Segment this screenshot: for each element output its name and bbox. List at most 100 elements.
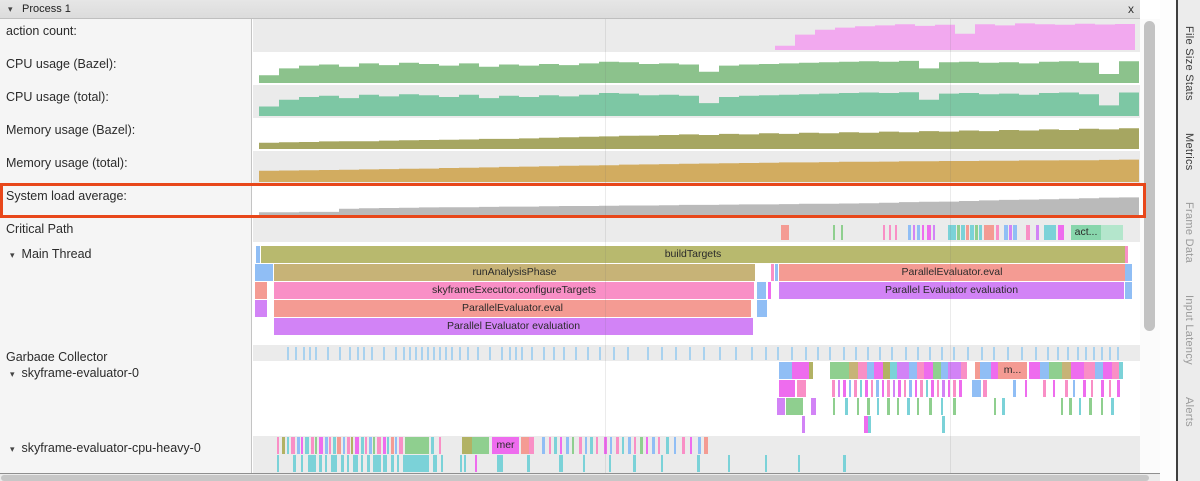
trace-slice[interactable] <box>579 437 582 454</box>
trace-slice[interactable] <box>907 398 910 415</box>
trace-slice-labeled[interactable]: buildTargets <box>261 246 1125 263</box>
trace-slice[interactable] <box>883 362 890 379</box>
trace-slice[interactable] <box>397 455 399 472</box>
trace-slice[interactable] <box>895 225 897 240</box>
trace-slice[interactable] <box>933 225 935 240</box>
trace-slice[interactable] <box>1125 264 1132 281</box>
trace-slice[interactable] <box>361 455 363 472</box>
trace-slice[interactable] <box>315 437 317 454</box>
trace-slice[interactable] <box>1119 362 1123 379</box>
trace-slice[interactable] <box>887 398 890 415</box>
trace-slice[interactable] <box>634 437 636 454</box>
trace-slice[interactable] <box>811 398 816 415</box>
trace-slice[interactable] <box>922 225 924 240</box>
trace-slice[interactable] <box>843 380 846 397</box>
trace-slice[interactable] <box>917 225 920 240</box>
trace-slice[interactable] <box>351 437 353 454</box>
trace-slice[interactable] <box>860 380 862 397</box>
trace-slice[interactable] <box>849 362 858 379</box>
trace-slice[interactable] <box>942 416 945 433</box>
trace-slice[interactable] <box>319 437 323 454</box>
process-header[interactable]: ▾ Process 1 x <box>0 0 1140 19</box>
trace-slice[interactable] <box>367 455 370 472</box>
trace-slice[interactable] <box>802 416 805 433</box>
trace-slice[interactable] <box>301 455 303 472</box>
trace-slice[interactable] <box>927 225 931 240</box>
trace-slice[interactable] <box>572 437 574 454</box>
trace-slice[interactable] <box>560 437 562 454</box>
trace-slice-labeled[interactable]: mer <box>492 437 519 454</box>
trace-slice-labeled[interactable]: runAnalysisPhase <box>274 264 755 281</box>
trace-slice[interactable] <box>1079 398 1081 415</box>
trace-slice[interactable] <box>596 437 598 454</box>
trace-slice[interactable] <box>929 398 932 415</box>
trace-slice[interactable] <box>1026 225 1030 240</box>
trace-slice[interactable] <box>347 437 350 454</box>
trace-slice[interactable] <box>1004 225 1008 240</box>
trace-slice[interactable] <box>337 437 341 454</box>
trace-slice[interactable] <box>809 362 813 379</box>
trace-slice[interactable] <box>431 437 434 454</box>
trace-slice[interactable] <box>1089 398 1092 415</box>
trace-slice[interactable] <box>1058 225 1064 240</box>
trace-slice[interactable] <box>383 437 386 454</box>
trace-slice[interactable] <box>765 455 767 472</box>
trace-slice[interactable] <box>777 398 785 415</box>
trace-slice[interactable] <box>920 380 923 397</box>
trace-slice[interactable] <box>771 264 774 281</box>
trace-slice[interactable] <box>1029 362 1040 379</box>
trace-slice[interactable] <box>658 437 660 454</box>
trace-slice[interactable] <box>1117 380 1120 397</box>
collapse-arrow-icon[interactable]: ▾ <box>10 444 15 454</box>
trace-slice[interactable] <box>549 437 551 454</box>
trace-slice[interactable] <box>994 398 996 415</box>
trace-slice[interactable] <box>460 455 462 472</box>
trace-slice[interactable] <box>983 380 987 397</box>
vertical-scrollbar-thumb[interactable] <box>1144 21 1155 331</box>
trace-slice[interactable] <box>915 380 917 397</box>
row-label-skyframe-evaluator-cpu-heavy-0[interactable]: ▾skyframe-evaluator-cpu-heavy-0 <box>0 436 252 473</box>
trace-slice[interactable] <box>472 437 489 454</box>
trace-slice[interactable] <box>277 455 279 472</box>
trace-slice[interactable] <box>1073 380 1075 397</box>
horizontal-scrollbar[interactable] <box>0 473 1160 481</box>
trace-slice[interactable] <box>841 225 843 240</box>
trace-slice[interactable] <box>961 362 967 379</box>
trace-slice[interactable] <box>887 380 890 397</box>
trace-slice[interactable] <box>883 225 885 240</box>
trace-slice[interactable] <box>917 362 924 379</box>
trace-slice[interactable] <box>353 455 358 472</box>
trace-slice[interactable] <box>369 437 372 454</box>
trace-slice[interactable] <box>797 380 806 397</box>
trace-slice[interactable] <box>871 380 873 397</box>
trace-slice[interactable] <box>867 398 870 415</box>
trace-slice[interactable] <box>365 437 367 454</box>
trace-slice-labeled[interactable]: skyframeExecutor.configureTargets <box>274 282 754 299</box>
trace-slice[interactable] <box>383 455 387 472</box>
trace-slice[interactable] <box>1036 225 1039 240</box>
trace-slice[interactable] <box>301 437 303 454</box>
trace-slice-labeled[interactable]: act... <box>1071 225 1101 240</box>
trace-slice[interactable] <box>325 455 327 472</box>
trace-slice[interactable] <box>640 437 643 454</box>
trace-slice[interactable] <box>917 398 919 415</box>
trace-slice[interactable] <box>970 225 974 240</box>
trace-slice[interactable] <box>1083 380 1086 397</box>
trace-slice[interactable] <box>343 437 345 454</box>
trace-slice[interactable] <box>559 455 563 472</box>
trace-slice[interactable] <box>991 362 998 379</box>
row-label-skyframe-evaluator-0[interactable]: ▾skyframe-evaluator-0 <box>0 361 252 436</box>
trace-slice[interactable] <box>1112 362 1119 379</box>
trace-slice[interactable] <box>566 437 569 454</box>
trace-slice[interactable] <box>941 362 948 379</box>
trace-slice[interactable] <box>661 455 663 472</box>
trace-slice[interactable] <box>882 380 884 397</box>
trace-slice[interactable] <box>757 300 767 317</box>
tab-metrics[interactable]: Metrics <box>1183 133 1195 171</box>
trace-slice[interactable] <box>347 455 349 472</box>
trace-slice[interactable] <box>329 437 331 454</box>
trace-slice[interactable] <box>690 437 692 454</box>
trace-slice[interactable] <box>898 380 901 397</box>
trace-slice-labeled[interactable]: ParallelEvaluator.eval <box>274 300 751 317</box>
trace-slice[interactable] <box>622 437 624 454</box>
